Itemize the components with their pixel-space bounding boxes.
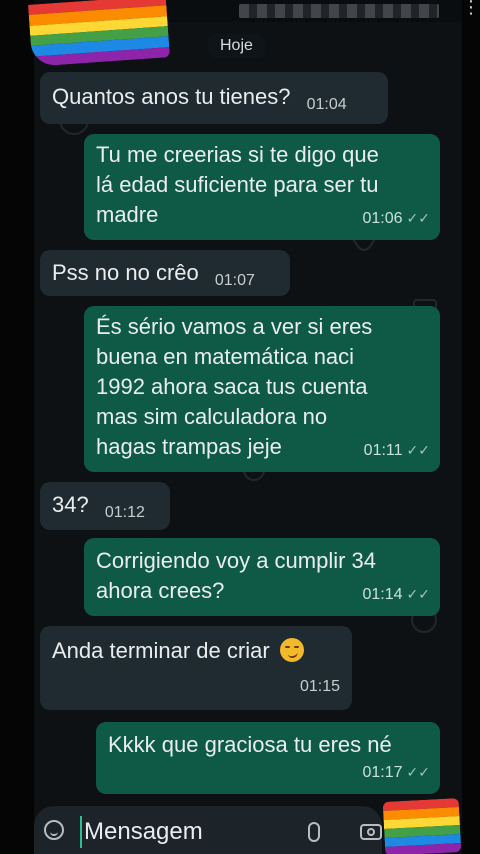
rainbow-flag-icon xyxy=(28,0,170,67)
right-edge xyxy=(462,0,480,854)
message-time-wrap: 01:14 ✓✓ xyxy=(362,579,430,610)
message-text: 34? xyxy=(52,492,89,517)
message-time: 01:07 xyxy=(214,272,255,289)
read-ticks-icon: ✓✓ xyxy=(406,586,430,602)
rainbow-flag-icon xyxy=(382,798,462,854)
message-outgoing[interactable]: És sério vamos a ver si eres buena en ma… xyxy=(84,306,440,472)
emoji-icon[interactable] xyxy=(44,820,64,840)
message-time: 01:17 xyxy=(362,764,403,781)
message-incoming[interactable]: 34? 01:12 xyxy=(40,482,170,530)
message-text: Kkkk que graciosa tu eres né xyxy=(108,732,392,757)
message-incoming[interactable]: Anda terminar de criar 01:15 xyxy=(40,626,352,710)
left-edge xyxy=(0,0,34,854)
kebab-menu-icon[interactable]: ⋮ xyxy=(462,0,480,16)
camera-icon[interactable] xyxy=(360,824,382,840)
message-time: 01:15 xyxy=(299,678,340,695)
message-time-wrap: 01:17 ✓✓ xyxy=(362,757,430,788)
message-time-wrap: 01:11 ✓✓ xyxy=(364,435,430,466)
smirking-face-emoji xyxy=(279,638,304,662)
message-time: 01:12 xyxy=(104,504,145,521)
message-text: Pss no no crêo xyxy=(52,260,199,285)
message-time: 01:14 xyxy=(362,586,403,603)
message-text: Quantos anos tu tienes? xyxy=(52,84,291,109)
read-ticks-icon: ✓✓ xyxy=(406,442,430,458)
message-incoming[interactable]: Pss no no crêo 01:07 xyxy=(40,250,290,296)
message-time: 01:11 xyxy=(363,442,403,459)
message-time-wrap: 01:06 ✓✓ xyxy=(362,203,430,234)
message-outgoing[interactable]: Kkkk que graciosa tu eres né 01:17 ✓✓ xyxy=(96,722,440,794)
blurred-contact-name xyxy=(239,4,439,18)
message-time: 01:04 xyxy=(306,96,347,113)
message-composer xyxy=(34,806,382,854)
message-text: Anda terminar de criar xyxy=(52,638,270,663)
chat-screen: ⋮ Hoje Quantos anos tu tienes? 01:04 Tu … xyxy=(0,0,480,854)
date-chip: Hoje xyxy=(208,34,265,58)
message-incoming[interactable]: Quantos anos tu tienes? 01:04 xyxy=(40,72,388,124)
message-outgoing[interactable]: Corrigiendo voy a cumplir 34 ahora crees… xyxy=(84,538,440,616)
read-ticks-icon: ✓✓ xyxy=(406,210,430,226)
attach-clip-icon[interactable] xyxy=(308,822,320,842)
message-input[interactable] xyxy=(80,816,286,848)
message-outgoing[interactable]: Tu me creerias si te digo que lá edad su… xyxy=(84,134,440,240)
message-time: 01:06 xyxy=(362,210,403,227)
read-ticks-icon: ✓✓ xyxy=(406,764,430,780)
